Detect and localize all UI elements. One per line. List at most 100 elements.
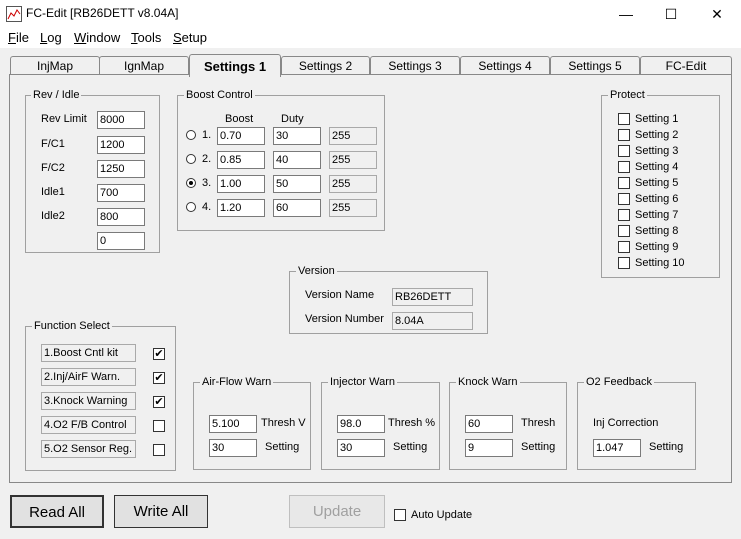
boost-radio-4[interactable] <box>186 202 196 212</box>
rev-idle-title: Rev / Idle <box>31 89 82 101</box>
knock-warn-title: Knock Warn <box>456 376 520 388</box>
function-4-label: 4.O2 F/B Control <box>41 416 136 434</box>
knock-thresh-label: Thresh <box>521 417 556 429</box>
fc2-input[interactable]: 1250 <box>97 160 145 178</box>
minimize-button[interactable]: — <box>603 0 649 28</box>
boost-row-3-num: 3. <box>202 177 212 189</box>
duty-4-input[interactable]: 60 <box>273 199 321 217</box>
menu-file[interactable]: File <box>8 30 29 45</box>
o2-setting-input[interactable]: 1.047 <box>593 439 641 457</box>
injector-warn-title: Injector Warn <box>328 376 398 388</box>
protect-setting-3-checkbox[interactable] <box>618 145 630 157</box>
function-1-checkbox[interactable]: ✔ <box>153 348 165 360</box>
airflow-thresh-input[interactable]: 5.100 <box>209 415 257 433</box>
fc2-label: F/C2 <box>41 162 65 174</box>
boost-radio-2[interactable] <box>186 154 196 164</box>
function-2-label: 2.Inj/AirF Warn. <box>41 368 136 386</box>
injector-thresh-input[interactable]: 98.0 <box>337 415 385 433</box>
raw-2-field: 255 <box>329 151 377 169</box>
rev-idle-extra-input[interactable]: 0 <box>97 232 145 250</box>
boost-row-1-num: 1. <box>202 129 212 141</box>
tab-settings-3[interactable]: Settings 3 <box>370 56 460 75</box>
check-icon: ✔ <box>154 372 164 384</box>
version-number-label: Version Number <box>305 313 384 325</box>
knock-thresh-input[interactable]: 60 <box>465 415 513 433</box>
airflow-warn-title: Air-Flow Warn <box>200 376 274 388</box>
protect-setting-3-label: Setting 3 <box>635 145 679 157</box>
boost-2-input[interactable]: 0.85 <box>217 151 265 169</box>
function-2-checkbox[interactable]: ✔ <box>153 372 165 384</box>
boost-3-input[interactable]: 1.00 <box>217 175 265 193</box>
read-all-button[interactable]: Read All <box>10 495 104 528</box>
duty-1-input[interactable]: 30 <box>273 127 321 145</box>
tab-settings-1[interactable]: Settings 1 <box>189 54 281 77</box>
inj-correction-label: Inj Correction <box>593 417 659 429</box>
duty-column-header: Duty <box>281 113 304 125</box>
protect-setting-6-checkbox[interactable] <box>618 193 630 205</box>
menu-tools[interactable]: Tools <box>131 30 161 45</box>
boost-radio-3[interactable] <box>186 178 196 188</box>
knock-setting-input[interactable]: 9 <box>465 439 513 457</box>
boost-1-input[interactable]: 0.70 <box>217 127 265 145</box>
boost-control-title: Boost Control <box>184 89 255 101</box>
version-number-field: 8.04A <box>392 312 473 330</box>
tab-settings-5[interactable]: Settings 5 <box>550 56 640 75</box>
close-button[interactable]: ✕ <box>694 0 740 28</box>
tab-ignmap[interactable]: IgnMap <box>99 56 189 75</box>
protect-setting-9-label: Setting 9 <box>635 241 679 253</box>
airflow-thresh-label: Thresh V <box>261 417 306 429</box>
fc1-label: F/C1 <box>41 138 65 150</box>
o2-feedback-title: O2 Feedback <box>584 376 655 388</box>
protect-setting-7-checkbox[interactable] <box>618 209 630 221</box>
fc1-input[interactable]: 1200 <box>97 136 145 154</box>
version-title: Version <box>296 265 337 277</box>
menu-window[interactable]: Window <box>74 30 120 45</box>
raw-1-field: 255 <box>329 127 377 145</box>
injector-thresh-label: Thresh % <box>388 417 436 429</box>
app-chart-icon <box>6 6 22 22</box>
menu-log[interactable]: Log <box>40 30 62 45</box>
duty-3-input[interactable]: 50 <box>273 175 321 193</box>
boost-radio-1[interactable] <box>186 130 196 140</box>
tab-injmap[interactable]: InjMap <box>10 56 100 75</box>
protect-setting-5-checkbox[interactable] <box>618 177 630 189</box>
idle2-input[interactable]: 800 <box>97 208 145 226</box>
protect-setting-1-label: Setting 1 <box>635 113 679 125</box>
function-3-checkbox[interactable]: ✔ <box>153 396 165 408</box>
injector-setting-input[interactable]: 30 <box>337 439 385 457</box>
protect-setting-1-checkbox[interactable] <box>618 113 630 125</box>
function-5-checkbox[interactable] <box>153 444 165 456</box>
menu-setup[interactable]: Setup <box>173 30 207 45</box>
protect-setting-4-checkbox[interactable] <box>618 161 630 173</box>
protect-setting-5-label: Setting 5 <box>635 177 679 189</box>
auto-update-label: Auto Update <box>411 509 473 521</box>
rev-limit-input[interactable]: 8000 <box>97 111 145 129</box>
knock-setting-label: Setting <box>521 441 556 453</box>
protect-setting-9-checkbox[interactable] <box>618 241 630 253</box>
maximize-button[interactable]: ☐ <box>648 0 694 28</box>
idle1-input[interactable]: 700 <box>97 184 145 202</box>
update-button[interactable]: Update <box>289 495 385 528</box>
raw-3-field: 255 <box>329 175 377 193</box>
o2-setting-label: Setting <box>649 441 684 453</box>
check-icon: ✔ <box>154 348 164 360</box>
injector-setting-label: Setting <box>393 441 428 453</box>
airflow-setting-input[interactable]: 30 <box>209 439 257 457</box>
function-3-label: 3.Knock Warning <box>41 392 136 410</box>
protect-setting-8-checkbox[interactable] <box>618 225 630 237</box>
auto-update-checkbox[interactable] <box>394 509 406 521</box>
write-all-button[interactable]: Write All <box>114 495 208 528</box>
tab-settings-4[interactable]: Settings 4 <box>460 56 550 75</box>
tab-fc-edit[interactable]: FC-Edit <box>640 56 732 75</box>
duty-2-input[interactable]: 40 <box>273 151 321 169</box>
protect-setting-2-checkbox[interactable] <box>618 129 630 141</box>
rev-limit-label: Rev Limit <box>41 113 87 125</box>
function-4-checkbox[interactable] <box>153 420 165 432</box>
protect-setting-10-checkbox[interactable] <box>618 257 630 269</box>
protect-setting-4-label: Setting 4 <box>635 161 679 173</box>
protect-title: Protect <box>608 89 647 101</box>
boost-4-input[interactable]: 1.20 <box>217 199 265 217</box>
boost-row-4-num: 4. <box>202 201 212 213</box>
version-name-label: Version Name <box>305 289 375 301</box>
tab-settings-2[interactable]: Settings 2 <box>281 56 370 75</box>
